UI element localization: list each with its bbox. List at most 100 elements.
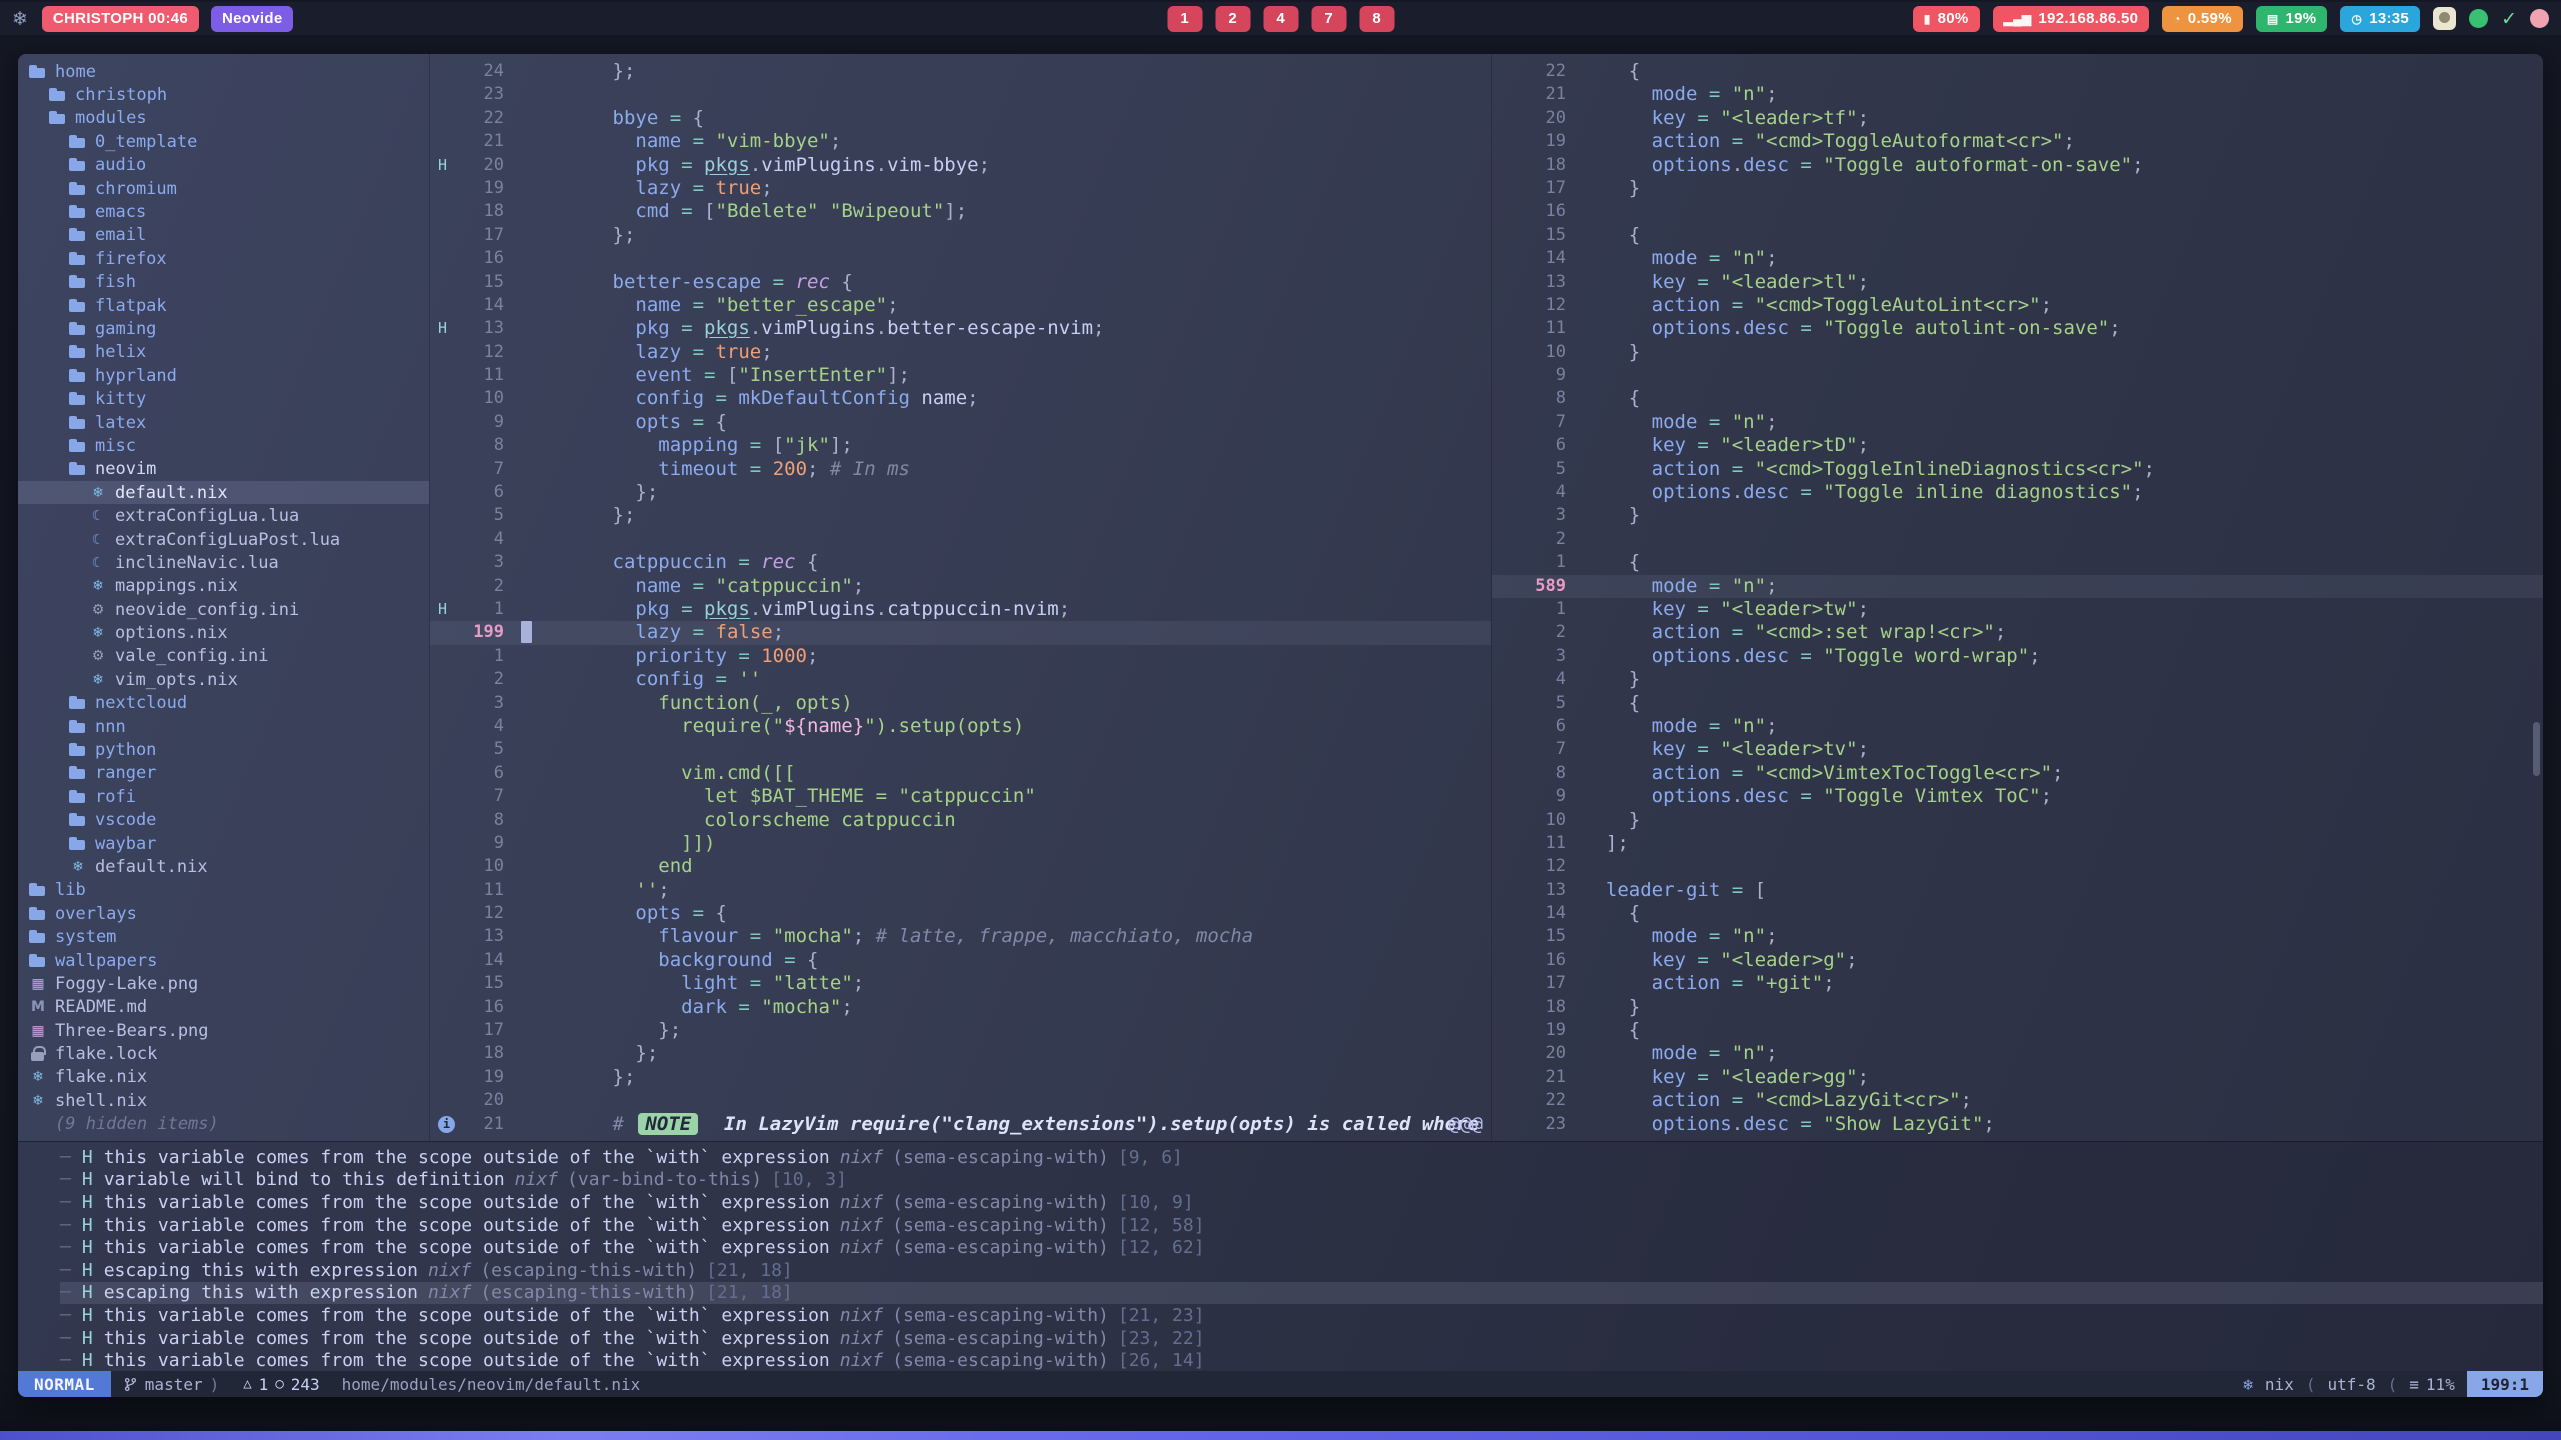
tree-item-nnn[interactable]: nnn [18,715,429,738]
tree-item-helix[interactable]: helix [18,341,429,364]
code-line[interactable]: 8 colorscheme catppuccin [430,809,1491,832]
code-line[interactable]: H1 pkg = pkgs.vimPlugins.catppuccin-nvim… [430,598,1491,621]
code-line[interactable]: 8 action = "<cmd>VimtexTocToggle<cr>"; [1492,762,2543,785]
tree-item-options-nix[interactable]: ❄options.nix [18,621,429,644]
code-line[interactable]: 19 action = "<cmd>ToggleAutoformat<cr>"; [1492,130,2543,153]
tree-item-neovide-config-ini[interactable]: ⚙neovide_config.ini [18,598,429,621]
code-line[interactable]: 2 name = "catppuccin"; [430,575,1491,598]
workspace-button-4[interactable]: 4 [1263,6,1298,32]
code-line[interactable]: 1 { [1492,551,2543,574]
code-line[interactable]: 2 [1492,528,2543,551]
tree-item-python[interactable]: python [18,738,429,761]
tree-item-extraconfiglua-lua[interactable]: ☾extraConfigLua.lua [18,504,429,527]
code-line[interactable]: 22 bbye = { [430,107,1491,130]
workspace-button-7[interactable]: 7 [1311,6,1346,32]
diagnostic-item[interactable]: ─Hthis variable comes from the scope out… [60,1236,2543,1259]
code-line[interactable]: 6 vim.cmd([[ [430,762,1491,785]
code-line[interactable]: 12 opts = { [430,902,1491,925]
tree-item-kitty[interactable]: kitty [18,387,429,410]
tree-item-extraconfigluapost-lua[interactable]: ☾extraConfigLuaPost.lua [18,528,429,551]
workspace-button-1[interactable]: 1 [1167,6,1202,32]
code-line[interactable]: 4 } [1492,668,2543,691]
code-line[interactable]: 18 options.desc = "Toggle autoformat-on-… [1492,154,2543,177]
tree-item-inclinenavic-lua[interactable]: ☾inclineNavic.lua [18,551,429,574]
code-line[interactable]: 2 config = '' [430,668,1491,691]
diagnostic-item[interactable]: ─Hthis variable comes from the scope out… [60,1349,2543,1371]
tree-item-home[interactable]: home [18,60,429,83]
tree-item-default-nix[interactable]: ❄default.nix [18,481,429,504]
diagnostic-item[interactable]: ─Hthis variable comes from the scope out… [60,1327,2543,1350]
tree-item-modules[interactable]: modules [18,107,429,130]
code-line[interactable]: 23 [430,83,1491,106]
code-line[interactable]: 16 [1492,200,2543,223]
tree-item-waybar[interactable]: waybar [18,832,429,855]
code-line[interactable]: 11 ''; [430,879,1491,902]
tree-item-system[interactable]: system [18,925,429,948]
code-line[interactable]: 5 [430,738,1491,761]
code-line[interactable]: 589 mode = "n"; [1492,575,2543,598]
tree-item-audio[interactable]: audio [18,154,429,177]
code-line[interactable]: 13 flavour = "mocha"; # latte, frappe, m… [430,925,1491,948]
code-line[interactable]: 22 action = "<cmd>LazyGit<cr>"; [1492,1089,2543,1112]
code-line[interactable]: 14 background = { [430,949,1491,972]
tree-item-shell-nix[interactable]: ❄shell.nix [18,1089,429,1112]
code-line[interactable]: 14 name = "better_escape"; [430,294,1491,317]
code-line[interactable]: 10 } [1492,341,2543,364]
code-line[interactable]: 4 options.desc = "Toggle inline diagnost… [1492,481,2543,504]
code-line[interactable]: 20 [430,1089,1491,1112]
code-line[interactable]: 2 action = "<cmd>:set wrap!<cr>"; [1492,621,2543,644]
code-line[interactable]: 18 cmd = ["Bdelete" "Bwipeout"]; [430,200,1491,223]
code-line[interactable]: 21 name = "vim-bbye"; [430,130,1491,153]
tree-item-fish[interactable]: fish [18,271,429,294]
code-line[interactable]: 8 { [1492,387,2543,410]
code-line[interactable]: 3 function(_, opts) [430,692,1491,715]
diagnostic-item[interactable]: ─Hvariable will bind to this definitionn… [60,1169,2543,1192]
tray-icon-pink[interactable] [2530,9,2549,28]
code-line[interactable]: 15 better-escape = rec { [430,271,1491,294]
code-line[interactable]: 19 { [1492,1019,2543,1042]
tree-item-email[interactable]: email [18,224,429,247]
tree-item-readme-md[interactable]: MREADME.md [18,996,429,1019]
code-line[interactable]: 21 key = "<leader>gg"; [1492,1066,2543,1089]
diagnostic-counts[interactable]: △ 1 ○ 243 [231,1375,331,1394]
code-line[interactable]: 17 } [1492,177,2543,200]
tray-icon-status-green[interactable] [2469,9,2488,28]
code-line[interactable]: 3 } [1492,504,2543,527]
diagnostic-item[interactable]: ─Hescaping this with expressionnixf(esca… [60,1259,2543,1282]
code-line[interactable]: 17 action = "+git"; [1492,972,2543,995]
code-line[interactable]: 5 action = "<cmd>ToggleInlineDiagnostics… [1492,458,2543,481]
code-line[interactable]: 22 { [1492,60,2543,83]
tree-item-wallpapers[interactable]: wallpapers [18,949,429,972]
code-line[interactable]: 1 key = "<leader>tw"; [1492,598,2543,621]
tray-icon-check[interactable]: ✓ [2501,8,2517,30]
tree-item-mappings-nix[interactable]: ❄mappings.nix [18,575,429,598]
code-line[interactable]: 12 [1492,855,2543,878]
tree-item-ranger[interactable]: ranger [18,762,429,785]
code-line[interactable]: 12 action = "<cmd>ToggleAutoLint<cr>"; [1492,294,2543,317]
code-line[interactable]: 6 }; [430,481,1491,504]
code-line[interactable]: 1 priority = 1000; [430,645,1491,668]
code-line[interactable]: 10 config = mkDefaultConfig name; [430,387,1491,410]
code-line[interactable]: 24 }; [430,60,1491,83]
code-line[interactable]: 4 [430,528,1491,551]
code-line[interactable]: 11 options.desc = "Toggle autolint-on-sa… [1492,317,2543,340]
code-line[interactable]: 5 }; [430,504,1491,527]
tree-item-christoph[interactable]: christoph [18,83,429,106]
code-line[interactable]: 4 require("${name}").setup(opts) [430,715,1491,738]
code-line[interactable]: 23 options.desc = "Show LazyGit"; [1492,1113,2543,1136]
code-line[interactable]: 10 end [430,855,1491,878]
code-line[interactable]: 9 opts = { [430,411,1491,434]
tree-item-lib[interactable]: lib [18,879,429,902]
code-line[interactable]: 16 dark = "mocha"; [430,996,1491,1019]
tree-item-neovim[interactable]: neovim [18,458,429,481]
tray-icon-keylight[interactable] [2433,7,2456,30]
code-line[interactable]: 17 }; [430,224,1491,247]
code-line[interactable]: 7 timeout = 200; # In ms [430,458,1491,481]
code-line[interactable]: 14 { [1492,902,2543,925]
tree-item-flatpak[interactable]: flatpak [18,294,429,317]
code-line[interactable]: 19 }; [430,1066,1491,1089]
code-line[interactable]: 3 options.desc = "Toggle word-wrap"; [1492,645,2543,668]
session-badge[interactable]: CHRISTOPH 00:46 [42,6,199,32]
tree-item-misc[interactable]: misc [18,434,429,457]
tree-item-emacs[interactable]: emacs [18,200,429,223]
